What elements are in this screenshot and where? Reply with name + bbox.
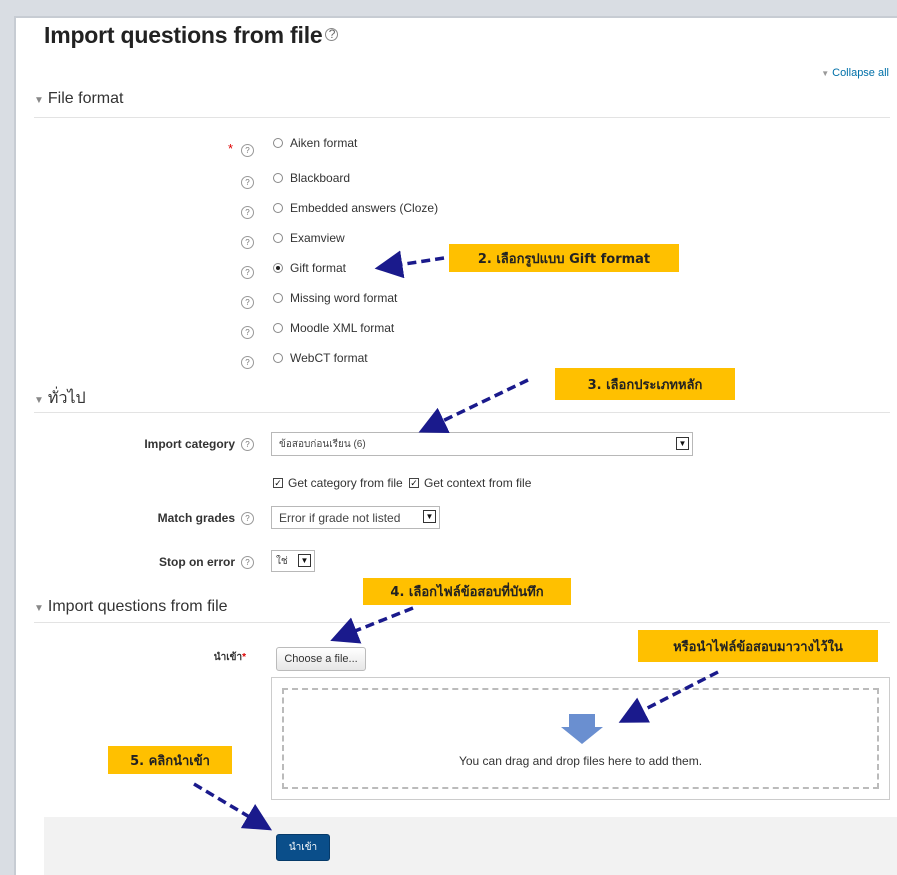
arrow-step2 xyxy=(374,250,445,279)
arrow-step3 xyxy=(418,378,529,434)
annotation-arrows xyxy=(193,250,719,831)
arrow-step4 xyxy=(330,606,414,644)
arrow-or-drop xyxy=(618,670,719,723)
arrow-step5 xyxy=(193,782,273,831)
